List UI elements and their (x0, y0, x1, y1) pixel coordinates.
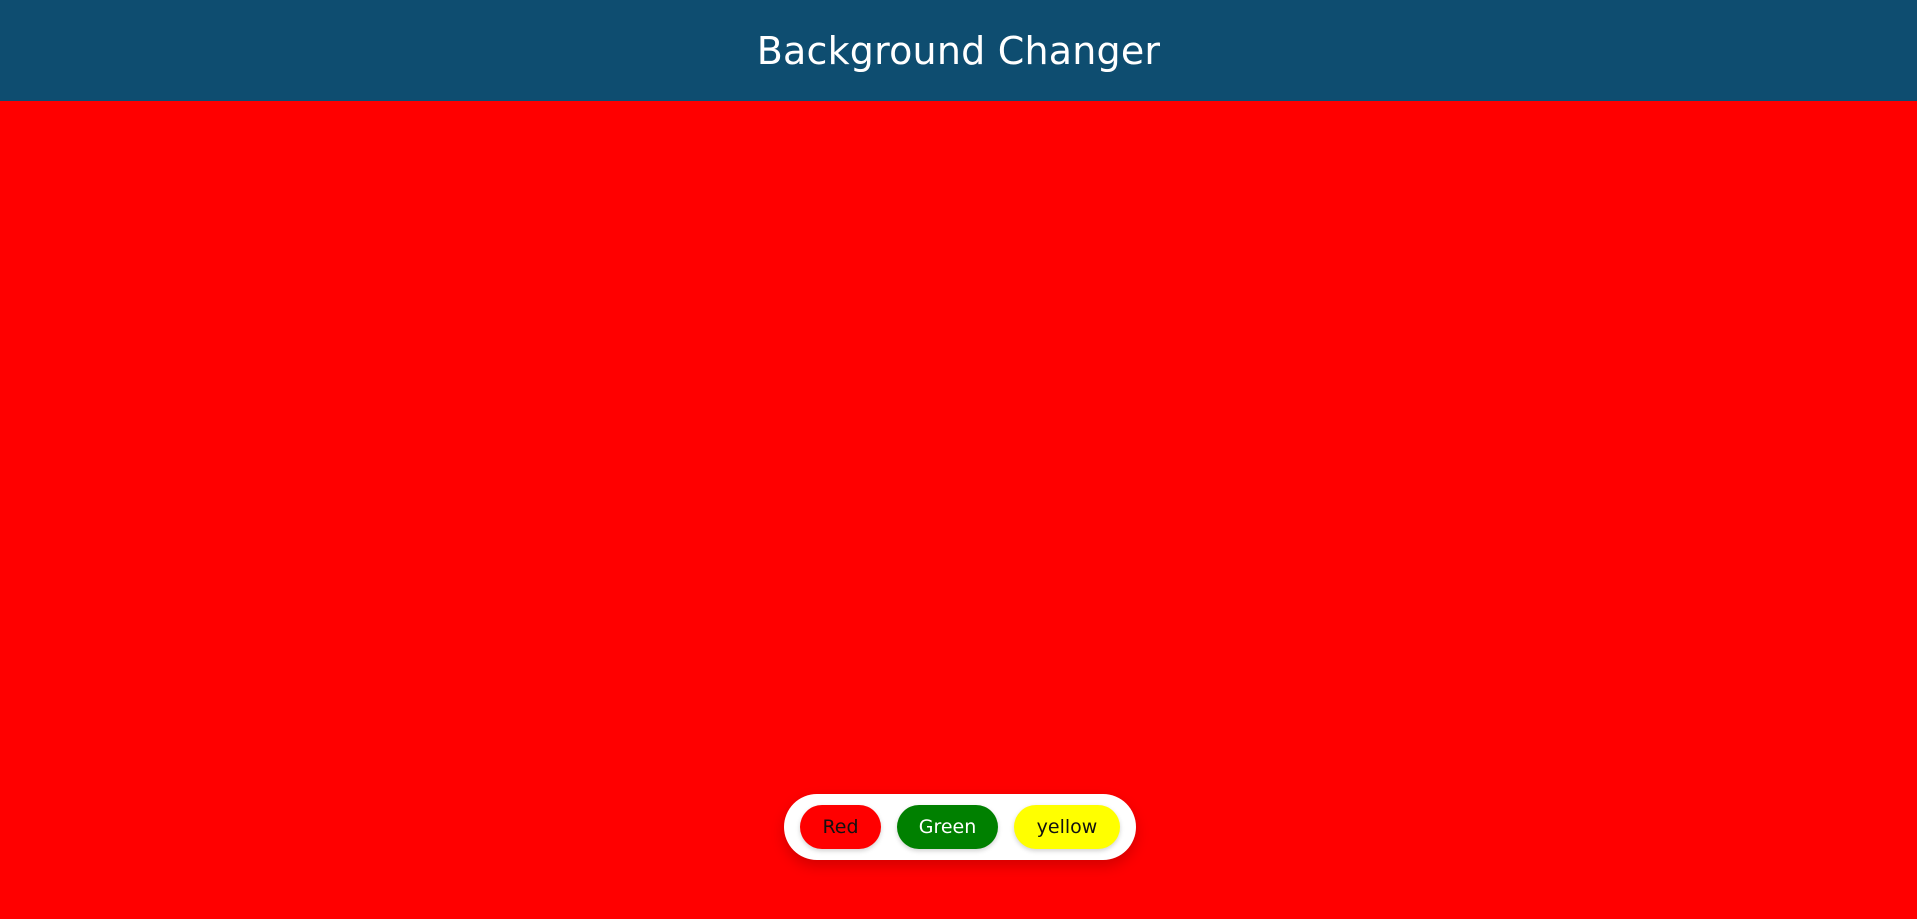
yellow-button[interactable]: yellow (1014, 805, 1120, 849)
color-toolbar: Red Green yellow (784, 794, 1136, 860)
red-button[interactable]: Red (800, 805, 881, 849)
page-title: Background Changer (756, 28, 1161, 73)
app-page: Background Changer Red Green yellow (0, 0, 1917, 919)
app-header: Background Changer (0, 0, 1917, 101)
green-button[interactable]: Green (897, 805, 998, 849)
